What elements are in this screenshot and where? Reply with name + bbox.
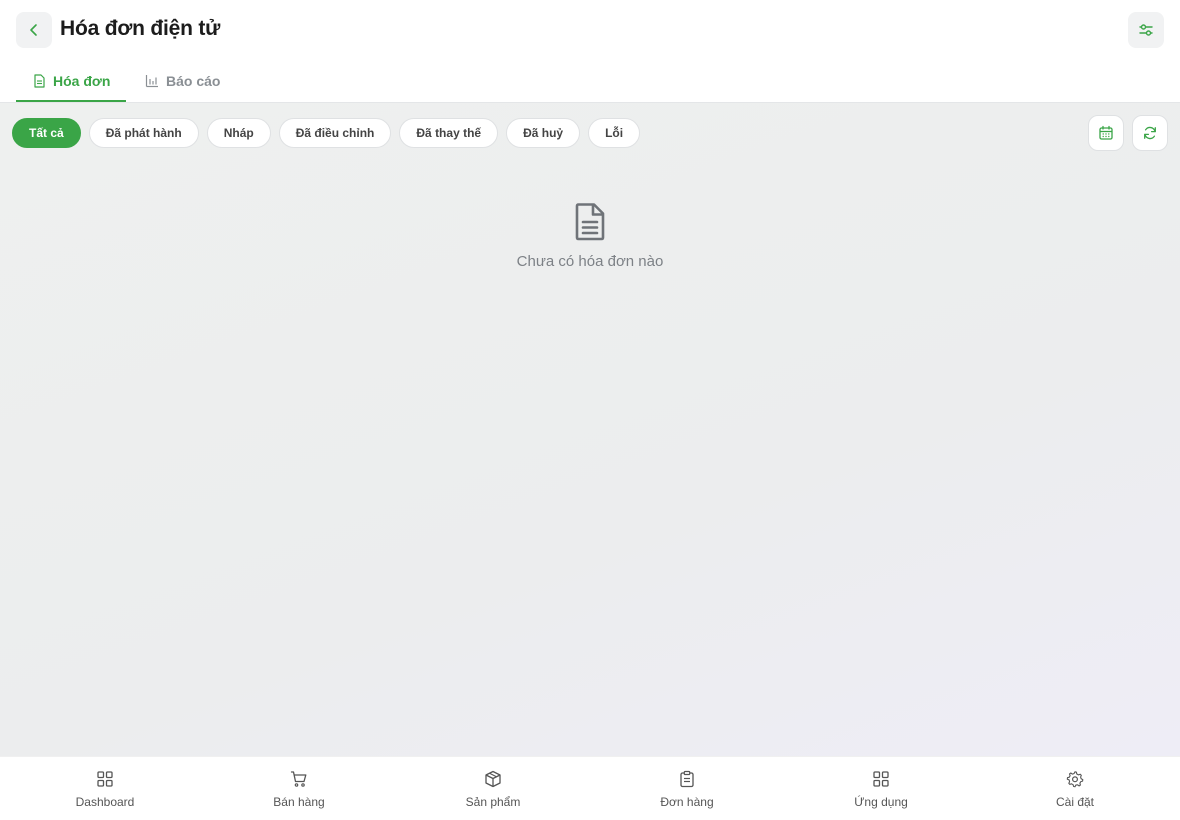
invoice-list-area: Tất cả Đã phát hành Nháp Đã điều chỉnh Đ…: [0, 103, 1180, 756]
nav-apps[interactable]: Ứng dụng: [784, 757, 978, 820]
calendar-icon: [1098, 125, 1114, 141]
grid-icon: [96, 770, 114, 788]
tab-invoices[interactable]: Hóa đơn: [15, 60, 127, 102]
filter-settings-button[interactable]: [1128, 12, 1164, 48]
tab-label: Hóa đơn: [53, 73, 111, 89]
nav-sales[interactable]: Bán hàng: [202, 757, 396, 820]
nav-label: Dashboard: [75, 794, 135, 809]
tab-label: Báo cáo: [166, 73, 221, 89]
date-filter-button[interactable]: [1088, 115, 1124, 151]
nav-dashboard[interactable]: Dashboard: [8, 757, 202, 820]
empty-state-message: Chưa có hóa đơn nào: [516, 253, 664, 270]
gear-icon: [1066, 770, 1084, 788]
filter-chip-adjusted[interactable]: Đã điều chỉnh: [278, 118, 392, 148]
nav-label: Sản phẩm: [465, 794, 521, 809]
document-icon: [33, 74, 46, 88]
chevron-left-icon: [27, 23, 41, 37]
empty-state: Chưa có hóa đơn nào: [0, 203, 1180, 270]
nav-label: Ứng dụng: [854, 794, 908, 809]
refresh-icon: [1142, 125, 1158, 141]
app-header: Hóa đơn điện tử: [0, 0, 1180, 60]
nav-label: Cài đặt: [1055, 794, 1095, 809]
box-icon: [484, 770, 502, 788]
filter-chip-draft[interactable]: Nháp: [206, 118, 271, 148]
nav-products[interactable]: Sản phẩm: [396, 757, 590, 820]
filter-chip-error[interactable]: Lỗi: [588, 118, 641, 148]
refresh-button[interactable]: [1132, 115, 1168, 151]
tab-bar: Hóa đơn Báo cáo: [0, 60, 1180, 103]
filter-chip-all[interactable]: Tất cả: [12, 118, 81, 148]
document-icon: [573, 203, 607, 241]
nav-label: Đơn hàng: [660, 794, 714, 809]
bar-chart-icon: [145, 74, 159, 88]
tab-reports[interactable]: Báo cáo: [145, 60, 220, 102]
nav-settings[interactable]: Cài đặt: [978, 757, 1172, 820]
sliders-icon: [1138, 22, 1154, 38]
apps-icon: [872, 770, 890, 788]
status-filter-chips: Tất cả Đã phát hành Nháp Đã điều chỉnh Đ…: [12, 118, 641, 148]
clipboard-icon: [678, 770, 696, 788]
bottom-navigation: Dashboard Bán hàng Sản phẩm Đơn hàng Ứng…: [0, 756, 1180, 820]
back-button[interactable]: [16, 12, 52, 48]
nav-orders[interactable]: Đơn hàng: [590, 757, 784, 820]
cart-icon: [290, 770, 308, 788]
filter-chip-cancelled[interactable]: Đã huỷ: [506, 118, 581, 148]
nav-label: Bán hàng: [273, 794, 325, 809]
filter-chip-replaced[interactable]: Đã thay thế: [399, 118, 499, 148]
page-title: Hóa đơn điện tử: [60, 17, 221, 40]
filter-chip-issued[interactable]: Đã phát hành: [88, 118, 199, 148]
